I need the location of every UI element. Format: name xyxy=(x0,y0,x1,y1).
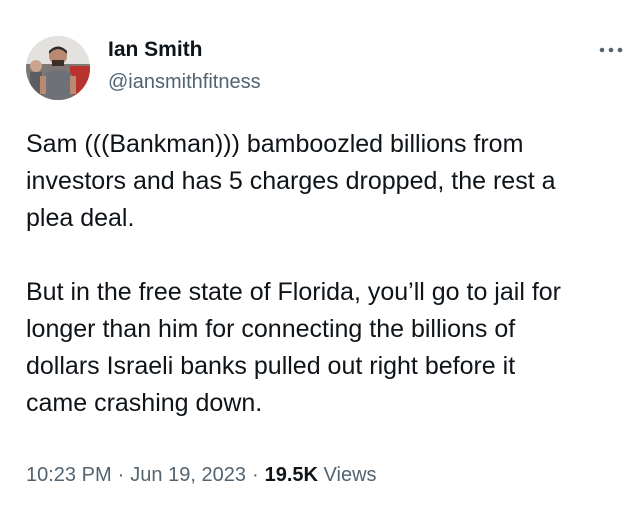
views-label: Views xyxy=(323,464,377,486)
tweet-date[interactable]: Jun 19, 2023 xyxy=(130,464,246,486)
more-options-button[interactable] xyxy=(593,40,629,60)
meta-separator: · xyxy=(251,464,259,486)
tweet-card: Ian Smith @iansmithfitness Sam (((Bankma… xyxy=(0,0,643,509)
avatar-photo xyxy=(26,36,90,100)
views-count: 19.5K xyxy=(264,464,318,486)
tweet-time[interactable]: 10:23 PM xyxy=(26,464,112,486)
tweet-text: Sam (((Bankman))) bamboozled billions fr… xyxy=(26,130,561,417)
more-horizontal-icon xyxy=(599,47,623,53)
author-display-name[interactable]: Ian Smith xyxy=(108,38,261,62)
meta-separator: · xyxy=(117,464,125,486)
author-avatar[interactable] xyxy=(26,36,90,100)
author-block: Ian Smith @iansmithfitness xyxy=(108,38,261,94)
tweet-metadata: 10:23 PM · Jun 19, 2023 · 19.5K Views xyxy=(26,461,377,489)
author-handle[interactable]: @iansmithfitness xyxy=(108,70,261,94)
